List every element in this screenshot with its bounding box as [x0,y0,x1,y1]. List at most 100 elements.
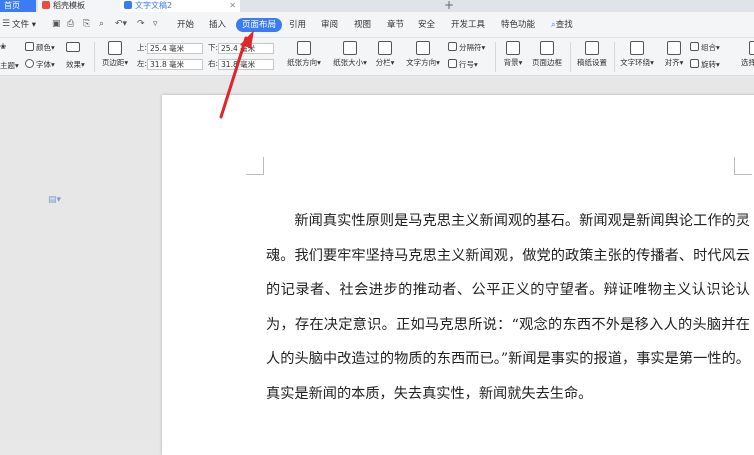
text-wrap-label: 文字环绕 [620,58,651,67]
menu-developer[interactable]: 开发工具 [451,18,485,32]
menu-security[interactable]: 安全 [418,18,435,32]
divider [495,42,496,72]
paper-size-label: 纸张大小 [333,58,364,67]
line-numbers-icon [448,59,457,68]
menu-review[interactable]: 审阅 [321,18,338,32]
text-direction-icon [416,41,430,55]
margins-button[interactable]: 页边距▾ [100,41,130,68]
tab-template-label: 稻壳模板 [53,1,85,10]
top-margin-field[interactable]: 上: 25.4 毫米 [137,42,204,54]
tab-strip: 首页 稻壳模板 文字文稿2 ✕ + [0,0,754,12]
redo-icon[interactable]: ↷ [137,19,145,29]
top-margin-label: 上: [137,43,148,52]
manuscript-button[interactable]: 稿纸设置 [574,41,610,68]
effects-label: 效果 [66,60,81,69]
tab-home-label: 首页 [4,1,20,10]
hamburger-icon[interactable]: ☰ [2,19,10,29]
menu-special[interactable]: 特色功能 [501,18,535,32]
line-numbers-label: 行号 [459,60,474,69]
menu-view[interactable]: 视图 [354,18,371,32]
document-workspace: 新闻真实性原则是马克思主义新闻观的基石。新闻观是新闻舆论工作的灵魂。我们要牢牢坚… [0,77,754,455]
docer-icon [42,1,50,9]
paper-size-button[interactable]: 纸张大小▾ [330,41,370,68]
menu-file-label: 文件 [12,20,30,30]
undo-icon[interactable]: ↶▾ [115,19,127,29]
right-margin-input[interactable]: 31.8 毫米 [218,58,275,70]
selection-pane-button[interactable]: 选择窗格 [736,41,754,68]
left-margin-input[interactable]: 31.8 毫米 [147,58,204,70]
bottom-margin-field[interactable]: 下: 25.4 毫米 [208,42,275,54]
margins-label: 页边距 [101,58,125,67]
menu-insert[interactable]: 插入 [209,18,226,32]
divider [570,42,571,72]
breaks-icon [448,42,457,51]
save-icon[interactable]: ▣ [52,19,61,29]
effects-icon[interactable] [66,42,82,53]
fonts-button[interactable]: 字体▾ [25,59,55,70]
right-margin-field[interactable]: 右: 31.8 毫米 [208,58,275,70]
margin-corner-marker [246,157,264,175]
bottom-margin-input[interactable]: 25.4 毫米 [218,42,275,54]
rotate-button[interactable]: 旋转▾ [690,59,720,70]
orientation-icon [297,41,311,55]
colors-label: 颜色 [36,43,51,52]
columns-button[interactable]: 分栏▾ [374,41,396,68]
selection-pane-icon [749,41,754,55]
background-button[interactable]: 背景▾ [500,41,526,68]
text-direction-button[interactable]: 文字方向▾ [403,41,443,68]
menu-chapter[interactable]: 章节 [387,18,404,32]
customize-icon[interactable]: ▿ [153,19,158,29]
tab-document-label: 文字文稿2 [135,1,173,10]
new-tab-button[interactable]: + [444,0,454,12]
print-icon[interactable]: ⎘ [83,19,90,29]
document-body-text[interactable]: 新闻真实性原则是马克思主义新闻观的基石。新闻观是新闻舆论工作的灵魂。我们要牢牢坚… [266,204,750,412]
search-button[interactable]: ⌕查找 [551,18,573,32]
theme-button[interactable]: 主题▾ [0,60,19,71]
group-button[interactable]: 组合▾ [690,42,720,53]
page-border-button[interactable]: 页面边框 [530,41,564,68]
left-margin-field[interactable]: 左: 31.8 毫米 [137,58,204,70]
menu-page-layout[interactable]: 页面布局 [236,18,283,32]
theme-label: 主题 [0,61,15,70]
tab-template[interactable]: 稻壳模板 [38,0,120,12]
tab-home[interactable]: 首页 [0,0,36,12]
top-margin-input[interactable]: 25.4 毫米 [147,42,204,54]
text-wrap-icon [630,41,644,55]
export-icon[interactable]: ⎙ [67,19,74,29]
page-border-label: 页面边框 [532,58,562,67]
manuscript-icon [585,41,599,55]
menu-references[interactable]: 引用 [289,18,306,32]
bottom-margin-label: 下: [208,43,219,52]
text-wrap-button[interactable]: 文字环绕▾ [618,41,656,68]
breaks-label: 分隔符 [459,43,482,52]
ribbon: ❀ 主题▾ 颜色▾ 字体▾ 效果▾ 页边距▾ 上: 25.4 毫米 左: 31.8 … [0,38,754,76]
align-icon [667,41,681,55]
tab-document[interactable]: 文字文稿2 ✕ [120,0,240,12]
close-icon[interactable]: ✕ [229,0,236,12]
margins-icon [108,41,122,55]
breaks-button[interactable]: 分隔符▾ [448,42,485,53]
divider [614,42,615,72]
menu-start[interactable]: 开始 [177,18,194,32]
margin-corner-marker [734,157,752,175]
align-button[interactable]: 对齐▾ [662,41,686,68]
document-page[interactable]: 新闻真实性原则是马克思主义新闻观的基石。新闻观是新闻舆论工作的灵魂。我们要牢牢坚… [162,95,754,455]
columns-icon [378,41,392,55]
preview-icon[interactable]: ⌕ [99,19,104,29]
effects-button[interactable]: 效果▾ [66,59,85,70]
rotate-label: 旋转 [701,60,716,69]
theme-icon[interactable]: ❀ [0,42,6,51]
orientation-label: 纸张方向 [287,58,318,67]
menu-file[interactable]: 文件 ▾ [12,18,36,32]
background-icon [506,41,520,55]
effects-glyph [66,42,80,52]
manuscript-label: 稿纸设置 [577,58,607,67]
paragraph-handle-icon[interactable]: ▤▾ [48,195,61,205]
columns-label: 分栏 [375,58,391,67]
writer-icon [124,1,132,9]
orientation-button[interactable]: 纸张方向▾ [284,41,324,68]
colors-button[interactable]: 颜色▾ [25,42,55,53]
right-margin-label: 右: [208,59,219,68]
line-numbers-button[interactable]: 行号▾ [448,59,478,70]
align-label: 对齐 [664,58,680,67]
